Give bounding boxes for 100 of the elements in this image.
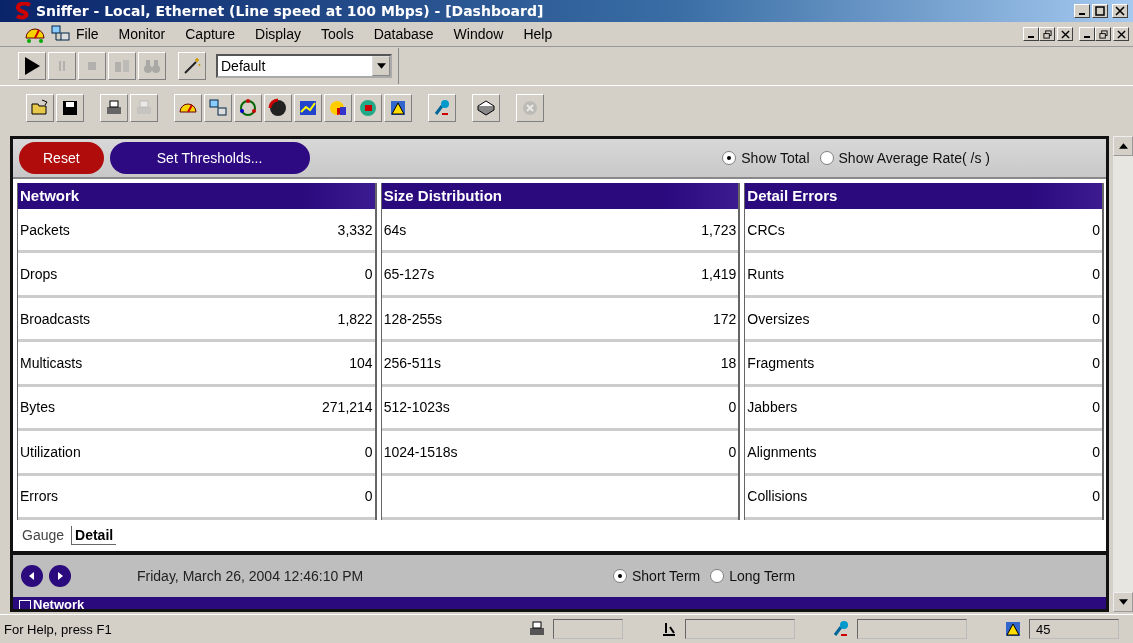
alert-icon bbox=[388, 98, 408, 118]
menu-item[interactable]: Help bbox=[523, 26, 553, 42]
menu-item[interactable]: Monitor bbox=[118, 26, 166, 42]
radio-label[interactable]: Long Term bbox=[729, 568, 796, 584]
metric-value: 271,214 bbox=[322, 399, 373, 416]
metric-value: 0 bbox=[364, 488, 373, 505]
metric-value: 18 bbox=[720, 354, 737, 371]
pie-icon bbox=[328, 98, 348, 118]
profile-dropdown[interactable]: Default bbox=[216, 54, 392, 78]
hosts-button[interactable] bbox=[204, 94, 232, 122]
tab[interactable]: Gauge bbox=[19, 526, 68, 545]
metric-value: 0 bbox=[1092, 310, 1100, 327]
window-title: Sniffer - Local, Ethernet (Line speed at 100 Mbps) - [Dashboard] bbox=[36, 3, 544, 19]
reset-button[interactable]: Reset bbox=[19, 142, 104, 174]
radio-button[interactable] bbox=[722, 151, 737, 165]
metric-label: Oversizes bbox=[747, 310, 810, 327]
minimize-button[interactable] bbox=[1079, 27, 1095, 41]
panel-header: Detail Errors bbox=[745, 183, 1102, 209]
tab[interactable]: Detail bbox=[71, 526, 117, 545]
down-arrow-icon bbox=[1118, 599, 1128, 605]
status-pane bbox=[553, 619, 623, 639]
thresholds-button[interactable]: Set Thresholds... bbox=[109, 142, 310, 174]
scroll-up-button[interactable] bbox=[1113, 136, 1133, 156]
close-button[interactable] bbox=[1112, 4, 1128, 18]
metric-value: 1,419 bbox=[701, 266, 737, 283]
radio-label[interactable]: Show Average Rate( /s ) bbox=[838, 150, 990, 166]
minimize-button[interactable] bbox=[1074, 4, 1090, 18]
next-button[interactable] bbox=[49, 565, 71, 587]
open-button[interactable] bbox=[26, 94, 54, 122]
print-button[interactable] bbox=[100, 94, 128, 122]
metric-value: 0 bbox=[1092, 221, 1100, 238]
metric-value: 0 bbox=[728, 399, 737, 416]
wand-button[interactable] bbox=[178, 52, 206, 80]
alert-button[interactable] bbox=[384, 94, 412, 122]
menu-item[interactable]: File bbox=[76, 26, 99, 42]
radio-button[interactable] bbox=[819, 151, 834, 165]
metric-label: Packets bbox=[20, 221, 70, 238]
metric-label: 128-255s bbox=[383, 310, 443, 327]
globe-icon bbox=[358, 98, 378, 118]
chart-button[interactable] bbox=[294, 94, 322, 122]
status-text: For Help, press F1 bbox=[4, 621, 112, 637]
metric-label: Jabbers bbox=[747, 399, 798, 416]
menu-item[interactable]: Display bbox=[255, 26, 301, 42]
radio-label[interactable]: Show Total bbox=[741, 150, 810, 166]
metric-label: Runts bbox=[747, 266, 784, 283]
menu-item[interactable]: Tools bbox=[320, 26, 354, 42]
minimize-button[interactable] bbox=[1023, 27, 1039, 41]
metric-value: 3,332 bbox=[337, 221, 373, 238]
pie-button[interactable] bbox=[324, 94, 352, 122]
metric-label: Errors bbox=[20, 488, 59, 505]
metric-label: Alignments bbox=[747, 443, 817, 460]
play-icon bbox=[22, 56, 42, 76]
box-button[interactable] bbox=[472, 94, 500, 122]
close-button[interactable] bbox=[1113, 27, 1129, 41]
restore-button[interactable] bbox=[1039, 27, 1055, 41]
metric-value: 104 bbox=[349, 354, 373, 371]
metric-label: Broadcasts bbox=[20, 310, 91, 327]
save-button[interactable] bbox=[56, 94, 84, 122]
restore-button[interactable] bbox=[1095, 27, 1111, 41]
dropdown-arrow-icon bbox=[376, 63, 386, 69]
scroll-down-button[interactable] bbox=[1113, 592, 1133, 612]
chart-icon bbox=[298, 98, 318, 118]
metric-label: Utilization bbox=[20, 443, 81, 460]
metric-value: 0 bbox=[1092, 443, 1100, 460]
cancel-icon bbox=[520, 98, 540, 118]
panel-header: Size Distribution bbox=[381, 183, 739, 209]
metric-label: 1024-1518s bbox=[383, 443, 458, 460]
open-icon bbox=[30, 98, 50, 118]
right-arrow-icon bbox=[55, 571, 65, 581]
alarm-count: 45 bbox=[1029, 619, 1119, 639]
gauge-button[interactable] bbox=[174, 94, 202, 122]
close-button[interactable] bbox=[1057, 27, 1073, 41]
scrollbar[interactable] bbox=[1113, 136, 1133, 612]
metric-label: 512-1023s bbox=[383, 399, 450, 416]
metric-value: 172 bbox=[712, 310, 737, 327]
globe-button[interactable] bbox=[354, 94, 382, 122]
previous-button[interactable] bbox=[21, 565, 43, 587]
radio-button[interactable] bbox=[710, 569, 725, 583]
metric-label: 65-127s bbox=[383, 266, 435, 283]
menu-item[interactable]: Window bbox=[453, 26, 504, 42]
play-button[interactable] bbox=[18, 52, 46, 80]
radio-label[interactable]: Short Term bbox=[632, 568, 701, 584]
maximize-button[interactable] bbox=[1092, 4, 1108, 18]
ring-icon bbox=[238, 98, 258, 118]
menu-item[interactable]: Database bbox=[373, 26, 434, 42]
timestamp: Friday, March 26, 2004 12:46:10 PM bbox=[137, 568, 365, 584]
metric-value: 0 bbox=[1092, 399, 1100, 416]
alert-icon bbox=[1003, 619, 1023, 639]
pin-button[interactable] bbox=[428, 94, 456, 122]
metric-label: Multicasts bbox=[20, 354, 83, 371]
menu-item[interactable]: Capture bbox=[185, 26, 236, 42]
expand-icon[interactable] bbox=[19, 600, 31, 609]
radio-button[interactable] bbox=[613, 569, 627, 583]
ring-button[interactable] bbox=[234, 94, 262, 122]
box-icon bbox=[476, 98, 496, 118]
metric-value: 0 bbox=[364, 443, 373, 460]
network-icon[interactable] bbox=[50, 24, 72, 44]
panel-header: Network bbox=[18, 183, 375, 209]
up-arrow-icon bbox=[1118, 143, 1128, 149]
metric-value: 0 bbox=[1092, 488, 1100, 505]
